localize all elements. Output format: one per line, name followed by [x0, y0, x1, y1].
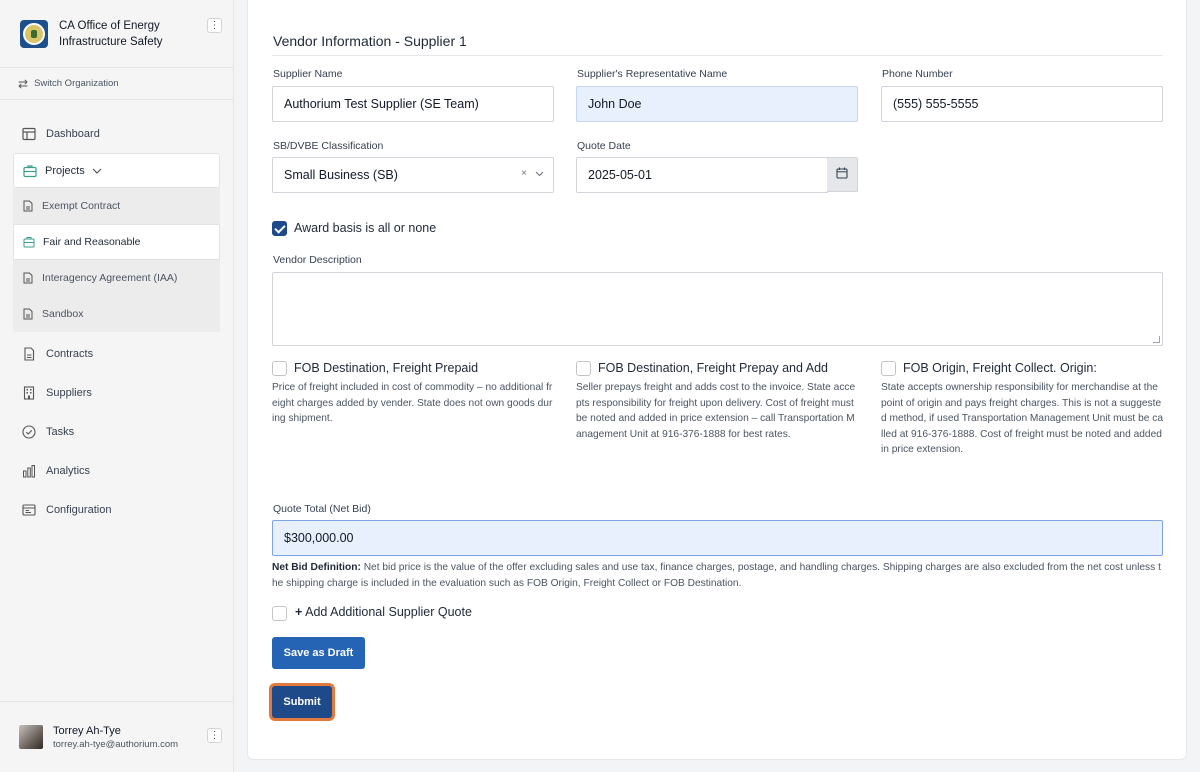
net-bid-term: Net Bid Definition: — [272, 562, 361, 573]
sidebar-subitem-interagency-agreement[interactable]: Interagency Agreement (IAA) — [13, 260, 220, 296]
sidebar-item-label: Configuration — [46, 503, 112, 516]
sidebar: CA Office of Energy Infrastructure Safet… — [0, 0, 234, 772]
supplier-name-input[interactable]: Authorium Test Supplier (SE Team) — [272, 86, 554, 122]
phone-label: Phone Number — [882, 68, 953, 80]
briefcase-icon — [23, 236, 35, 248]
plus-icon: + — [295, 605, 303, 619]
quote-total-label: Quote Total (Net Bid) — [273, 503, 371, 515]
document-icon — [22, 308, 34, 320]
chevron-down-icon — [92, 166, 102, 176]
sidebar-nav: Dashboard Projects Exempt Contract Fair … — [0, 100, 233, 529]
sidebar-item-label: Analytics — [46, 464, 91, 477]
vendor-form-card: Vendor Information - Supplier 1 Supplier… — [247, 0, 1187, 760]
quote-date-input[interactable]: 2025-05-01 — [576, 157, 828, 193]
award-basis-label: Award basis is all or none — [294, 221, 437, 235]
chevron-down-icon[interactable] — [535, 168, 544, 180]
sidebar-item-label: Contracts — [46, 347, 94, 360]
sidebar-item-label: Suppliers — [46, 386, 92, 399]
supplier-name-label: Supplier Name — [273, 68, 343, 80]
sidebar-item-dashboard[interactable]: Dashboard — [0, 114, 233, 153]
fob-option-description: Price of freight included in cost of com… — [272, 382, 553, 424]
org-header[interactable]: CA Office of Energy Infrastructure Safet… — [0, 0, 233, 68]
user-email: torrey.ah-tye@authorium.com — [53, 738, 179, 750]
vendor-description-textarea[interactable] — [272, 272, 1163, 346]
user-menu-kebab-icon[interactable]: ⋮ — [207, 728, 222, 743]
switch-organization-label: Switch Organization — [34, 78, 119, 89]
switch-organization-link[interactable]: ⇄ Switch Organization — [0, 68, 233, 100]
net-bid-definition: Net Bid Definition: Net bid price is the… — [272, 560, 1164, 591]
sidebar-subitem-label: Interagency Agreement (IAA) — [42, 272, 178, 284]
check-circle-icon — [22, 424, 36, 439]
fob-option-label: FOB Origin, Freight Collect. Origin: — [903, 361, 1097, 375]
section-title: Vendor Information - Supplier 1 — [273, 33, 467, 49]
rep-name-input[interactable]: John Doe — [576, 86, 858, 122]
fob-origin-collect-checkbox[interactable] — [881, 361, 896, 376]
add-additional-quote-checkbox[interactable] — [272, 606, 287, 621]
building-icon — [22, 385, 36, 400]
fob-option-label: FOB Destination, Freight Prepay and Add — [598, 361, 828, 375]
calendar-icon — [836, 166, 848, 184]
award-basis-checkbox[interactable] — [272, 221, 287, 236]
vendor-description-label: Vendor Description — [273, 254, 362, 266]
dashboard-icon — [22, 127, 36, 141]
classification-value: Small Business (SB) — [284, 168, 398, 182]
org-menu-kebab-icon[interactable]: ⋮ — [207, 18, 222, 33]
sidebar-item-projects[interactable]: Projects — [13, 153, 220, 188]
sidebar-item-suppliers[interactable]: Suppliers — [0, 373, 233, 412]
org-name: CA Office of Energy Infrastructure Safet… — [59, 19, 163, 48]
fob-option-label: FOB Destination, Freight Prepaid — [294, 361, 479, 375]
net-bid-text: Net bid price is the value of the offer … — [272, 562, 1161, 589]
projects-submenu: Exempt Contract Fair and Reasonable Inte… — [13, 188, 220, 332]
clear-icon[interactable]: × — [521, 168, 527, 180]
briefcase-icon — [23, 164, 37, 178]
add-additional-quote-label: + Add Additional Supplier Quote — [295, 605, 472, 619]
sidebar-item-configuration[interactable]: Configuration — [0, 490, 233, 529]
sidebar-subitem-label: Exempt Contract — [42, 200, 121, 212]
phone-input[interactable]: (555) 555-5555 — [881, 86, 1163, 122]
fob-destination-prepaid-checkbox[interactable] — [272, 361, 287, 376]
fob-option-description: Seller prepays freight and adds cost to … — [576, 382, 856, 440]
projects-group: Projects Exempt Contract Fair and Reason — [13, 153, 220, 332]
user-name: Torrey Ah-Tye — [53, 724, 121, 737]
rep-name-label: Supplier's Representative Name — [577, 68, 728, 80]
sidebar-subitem-fair-and-reasonable[interactable]: Fair and Reasonable — [13, 224, 220, 260]
sidebar-item-tasks[interactable]: Tasks — [0, 412, 233, 451]
document-icon — [22, 200, 34, 212]
calendar-button[interactable] — [827, 157, 858, 192]
section-divider — [272, 55, 1163, 56]
contract-document-icon — [22, 346, 36, 361]
sidebar-subitem-label: Sandbox — [42, 308, 84, 320]
quote-date-label: Quote Date — [577, 140, 631, 152]
configuration-icon — [22, 503, 36, 517]
sidebar-item-label: Tasks — [46, 425, 75, 438]
classification-select[interactable]: Small Business (SB) × — [272, 157, 554, 193]
org-logo — [20, 19, 48, 48]
sidebar-item-analytics[interactable]: Analytics — [0, 451, 233, 490]
sidebar-subitem-exempt-contract[interactable]: Exempt Contract — [13, 188, 220, 224]
quote-total-input[interactable]: $300,000.00 — [272, 520, 1163, 556]
submit-button[interactable]: Submit — [272, 686, 332, 718]
classification-label: SB/DVBE Classification — [273, 140, 384, 152]
bar-chart-icon — [22, 464, 36, 478]
save-as-draft-button[interactable]: Save as Draft — [272, 637, 365, 669]
sidebar-subitem-label: Fair and Reasonable — [43, 236, 141, 248]
add-additional-quote-text: Add Additional Supplier Quote — [305, 605, 472, 619]
fob-destination-prepay-add-checkbox[interactable] — [576, 361, 591, 376]
sidebar-item-label: Dashboard — [46, 127, 100, 140]
switch-icon: ⇄ — [18, 76, 29, 91]
user-text: Torrey Ah-Tye torrey.ah-tye@authorium.co… — [53, 725, 178, 750]
document-icon — [22, 272, 34, 284]
select-controls: × — [521, 168, 544, 180]
sidebar-subitem-sandbox[interactable]: Sandbox — [13, 296, 220, 332]
fob-option-description: State accepts ownership responsibility f… — [881, 382, 1164, 455]
sidebar-item-label: Projects — [45, 164, 85, 177]
user-profile[interactable]: Torrey Ah-Tye torrey.ah-tye@authorium.co… — [0, 701, 233, 772]
sidebar-item-contracts[interactable]: Contracts — [0, 334, 233, 373]
avatar — [19, 725, 43, 749]
